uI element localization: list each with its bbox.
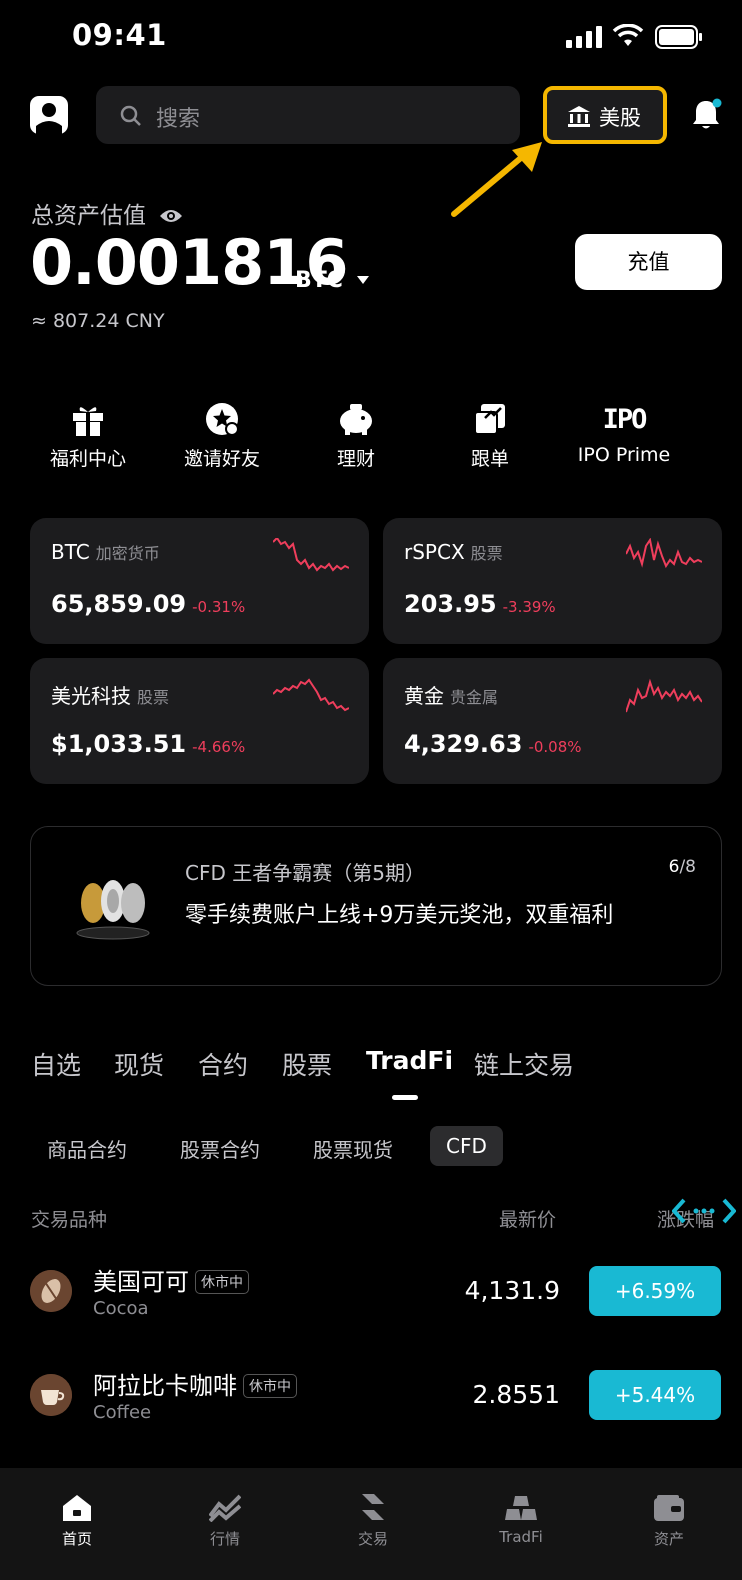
invite-icon — [157, 398, 287, 440]
asset-unit-selector[interactable]: BTC — [295, 265, 369, 293]
instrument-name: 美国可可 — [93, 1268, 189, 1296]
signal-icon — [566, 26, 602, 52]
ticker-change: -4.66% — [192, 738, 246, 756]
ticker-name: 美光科技 — [51, 684, 131, 708]
home-icon — [3, 1468, 151, 1526]
coffee-icon — [30, 1374, 72, 1416]
bottom-nav: 首页 行情 交易 TradFi 资产 — [0, 1468, 742, 1580]
market-switch-label: 美股 — [599, 106, 641, 130]
piggy-bank-icon — [291, 398, 421, 440]
ticker-tag: 加密货币 — [95, 544, 160, 563]
pointer-arrow-icon — [448, 140, 548, 224]
nav-home[interactable]: 首页 — [3, 1468, 151, 1549]
banner-subtitle: 零手续费账户上线+9万美元奖池，双重福利 — [185, 903, 614, 928]
quick-action-finance[interactable]: 理财 — [291, 398, 421, 471]
ticker-tag: 股票 — [137, 688, 170, 707]
banner-pagination: 6/8 — [668, 857, 696, 877]
search-placeholder: 搜索 — [156, 107, 201, 132]
ticker-change: -0.31% — [192, 598, 246, 616]
instrument-name: 阿拉比卡咖啡 — [93, 1372, 237, 1400]
column-header-instrument: 交易品种 — [31, 1209, 108, 1231]
ticker-card-micron[interactable]: 美光科技 股票 $1,033.51 -4.66% — [30, 658, 369, 784]
battery-icon — [655, 25, 703, 53]
quick-action-copy-trade[interactable]: 跟单 — [425, 398, 555, 471]
tradfi-icon — [447, 1468, 595, 1526]
ipo-icon: IPO — [602, 403, 648, 435]
instrument-change[interactable]: +6.59% — [589, 1266, 721, 1316]
subtab-stock-contracts[interactable]: 股票合约 — [180, 1134, 260, 1163]
ticker-change: -0.08% — [528, 738, 582, 756]
ticker-name: rSPCX — [404, 540, 465, 564]
ticker-sparkline — [273, 678, 349, 712]
tab-onchain[interactable]: 链上交易 — [474, 1046, 574, 1082]
total-assets-cny: ≈ 807.24 CNY — [31, 310, 165, 332]
nav-trade[interactable]: 交易 — [299, 1468, 447, 1549]
instrument-subtitle: Cocoa — [93, 1298, 149, 1319]
cocoa-icon — [30, 1270, 72, 1312]
column-header-price[interactable]: 最新价 — [499, 1205, 556, 1232]
market-closed-badge: 休市中 — [195, 1270, 249, 1294]
tab-indicator — [392, 1095, 418, 1100]
trade-icon — [299, 1468, 447, 1526]
search-bar[interactable]: 搜索 — [96, 86, 520, 144]
instrument-change[interactable]: +5.44% — [589, 1370, 721, 1420]
ticker-sparkline — [273, 538, 349, 572]
notification-bell-icon[interactable] — [690, 98, 722, 132]
quick-action-ipo[interactable]: IPO IPO Prime — [559, 398, 689, 467]
sort-toggle-icon[interactable] — [671, 1196, 737, 1230]
bank-icon — [567, 105, 591, 131]
quick-action-invite[interactable]: 邀请好友 — [157, 398, 287, 471]
nav-assets[interactable]: 资产 — [595, 1468, 742, 1549]
tab-stocks[interactable]: 股票 — [282, 1046, 332, 1082]
gift-icon — [23, 398, 153, 440]
copy-trade-icon — [425, 398, 555, 440]
ticker-price: 4,329.63 — [404, 730, 523, 758]
tab-tradfi[interactable]: TradFi — [366, 1046, 453, 1075]
market-switch-button[interactable]: 美股 — [543, 86, 667, 144]
tab-watchlist[interactable]: 自选 — [31, 1046, 81, 1082]
status-time: 09:41 — [72, 18, 167, 52]
subtab-stock-spot[interactable]: 股票现货 — [313, 1134, 393, 1163]
table-row[interactable]: 美国可可 休市中 Cocoa 4,131.9 +6.59% — [0, 1258, 742, 1338]
instrument-subtitle: Coffee — [93, 1402, 152, 1423]
ticker-card-rspcx[interactable]: rSPCX 股票 203.95 -3.39% — [383, 518, 722, 644]
banner-title: CFD 王者争霸赛（第5期） — [185, 861, 425, 885]
instrument-price: 4,131.9 — [464, 1276, 560, 1305]
promo-banner[interactable]: CFD 王者争霸赛（第5期） 零手续费账户上线+9万美元奖池，双重福利 6/8 — [30, 826, 722, 986]
wifi-icon — [612, 23, 644, 52]
ticker-price: $1,033.51 — [51, 730, 187, 758]
ticker-card-gold[interactable]: 黄金 贵金属 4,329.63 -0.08% — [383, 658, 722, 784]
market-closed-badge: 休市中 — [243, 1374, 297, 1398]
ticker-sparkline — [626, 538, 702, 569]
ticker-price: 203.95 — [404, 590, 497, 618]
search-icon — [120, 105, 142, 131]
ticker-price: 65,859.09 — [51, 590, 187, 618]
caret-down-icon — [356, 265, 369, 290]
instrument-price: 2.8551 — [472, 1380, 560, 1409]
ticker-tag: 股票 — [470, 544, 503, 563]
table-row[interactable]: 阿拉比卡咖啡 休市中 Coffee 2.8551 +5.44% — [0, 1362, 742, 1442]
ticker-name: 黄金 — [404, 684, 444, 708]
subtab-cfd[interactable]: CFD — [430, 1126, 503, 1166]
ticker-name: BTC — [51, 540, 90, 564]
ticker-card-btc[interactable]: BTC 加密货币 65,859.09 -0.31% — [30, 518, 369, 644]
wallet-icon — [595, 1468, 742, 1526]
profile-avatar-icon[interactable] — [30, 96, 68, 134]
nav-tradfi[interactable]: TradFi — [447, 1468, 595, 1546]
ticker-change: -3.39% — [502, 598, 556, 616]
ticker-sparkline — [626, 678, 702, 713]
deposit-button[interactable]: 充值 — [575, 234, 722, 290]
quick-action-rewards[interactable]: 福利中心 — [23, 398, 153, 471]
ticker-tag: 贵金属 — [450, 688, 499, 707]
nav-markets[interactable]: 行情 — [151, 1468, 299, 1549]
subtab-commodity-contracts[interactable]: 商品合约 — [47, 1134, 127, 1163]
tab-futures[interactable]: 合约 — [198, 1046, 248, 1082]
coins-illustration — [73, 875, 153, 945]
chart-icon — [151, 1468, 299, 1526]
tab-spot[interactable]: 现货 — [114, 1046, 164, 1082]
